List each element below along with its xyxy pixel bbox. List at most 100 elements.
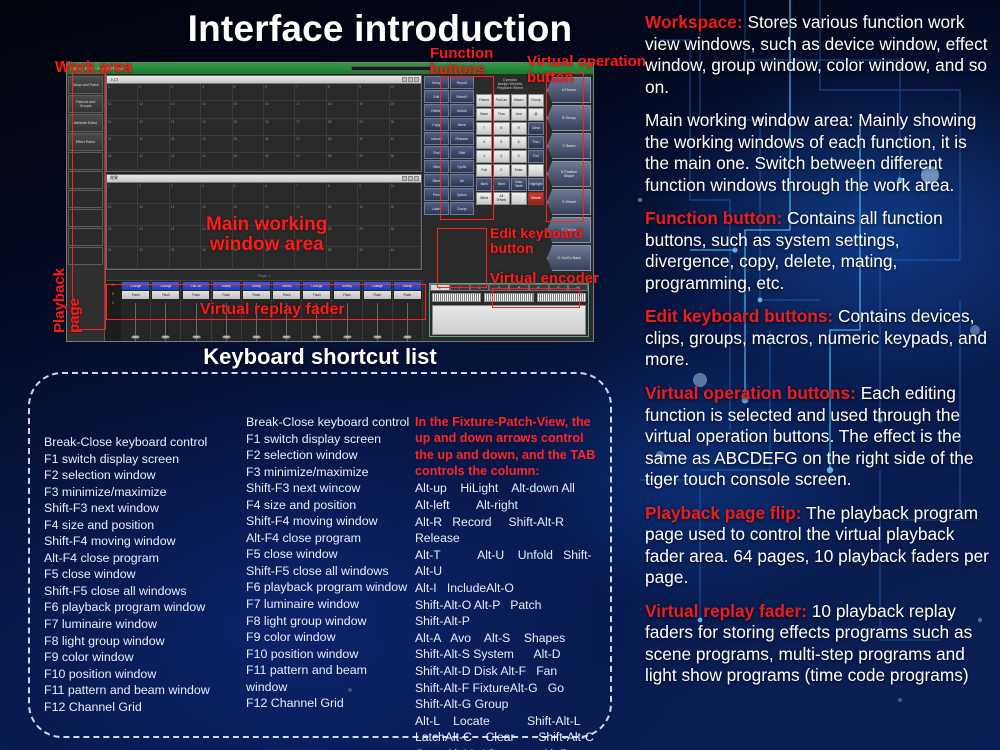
description-paragraph: Virtual operation buttons: Each editing …: [645, 383, 993, 491]
playback-page-indicator: Page 1: [105, 271, 423, 281]
fixture-pane-title: 入口: [110, 76, 118, 82]
keypad-button[interactable]: Clear: [527, 122, 544, 135]
fader-knob[interactable]: [251, 335, 261, 339]
shortcut-item: F10 position window: [44, 666, 157, 681]
fixture-pane[interactable]: 入口 1 2 3 4 5 6 7 8 9 10 11 12 13 14 15 16 17 18 19 20 21 22…: [106, 75, 422, 172]
description-block: Edit keyboard buttons: Contains devices,…: [645, 306, 993, 371]
shortcut-item: F10 position window: [246, 646, 359, 661]
annotation-playback-page: Playback page: [51, 268, 83, 334]
description-label: Playback page flip:: [645, 502, 802, 523]
shortcut-item: F8 light group window: [44, 633, 165, 648]
keypad-button[interactable]: And: [510, 108, 527, 121]
shortcut-item: F3 minimize/maximize: [246, 464, 369, 479]
keypad-button[interactable]: 0: [493, 164, 510, 177]
shortcut-columns: Break-Close keyboard control F1 switch d…: [30, 374, 610, 750]
shortcut-item: F5 close window: [246, 547, 338, 562]
fader-knob[interactable]: [131, 335, 141, 339]
keypad-button[interactable]: Group: [527, 94, 544, 107]
annotation-main-working-window-area: Main working window area: [206, 214, 328, 255]
description-label: Virtual replay fader:: [645, 600, 807, 621]
keypad-button[interactable]: 5: [493, 136, 510, 149]
fader-knob[interactable]: [191, 335, 201, 339]
description-block: Virtual replay fader: 10 playback replay…: [645, 601, 993, 687]
keypad-button[interactable]: .: [527, 164, 544, 177]
description-paragraph: Workspace: Stores various function work …: [645, 12, 993, 98]
description-label: Edit keyboard buttons:: [645, 306, 834, 327]
shortcut-item: Alt-F4 close program: [44, 550, 159, 565]
annotation-work-area: Work area: [55, 59, 133, 76]
keypad-button[interactable]: 9: [510, 122, 527, 135]
shortcut-item: F4 size and position: [246, 497, 357, 512]
keypad-button[interactable]: All Wheel: [493, 192, 510, 205]
keypad-button[interactable]: Enter: [510, 164, 527, 177]
keypad-button[interactable]: [510, 192, 527, 205]
shortcut-item: F6 playback program window: [246, 580, 408, 595]
fader-knob[interactable]: [402, 335, 412, 339]
description-paragraph: Virtual replay fader: 10 playback replay…: [645, 601, 993, 687]
fader-knob[interactable]: [312, 335, 322, 339]
shortcut-item: Alt-A Avo Alt-S Shapes Shift-Alt-S Syste…: [415, 630, 581, 712]
keypad-button[interactable]: Next: [493, 178, 510, 191]
shortcut-item: F12 Channel Grid: [246, 696, 344, 711]
description-block: Virtual operation buttons: Each editing …: [645, 383, 993, 491]
fader-knob[interactable]: [372, 335, 382, 339]
shortcut-item: F9 color window: [44, 650, 134, 665]
pane-window-controls[interactable]: [402, 175, 421, 181]
keypad-button[interactable]: ParCan: [493, 94, 510, 107]
shortcut-column-2: Break-Close keyboard control F1 switch d…: [246, 402, 411, 726]
keypad-button[interactable]: 2: [493, 150, 510, 163]
shortcut-item: Shift-F4 moving window: [246, 514, 378, 529]
description-text: Main working window area: Mainly showing…: [645, 110, 977, 195]
fixture-patch-view-heading: In the Fixture-Patch-View, the up and do…: [415, 415, 596, 479]
shortcut-item: Shift-F4 moving window: [44, 534, 176, 549]
annotation-function-buttons: Function buttons: [430, 45, 494, 78]
encoder-readout: [432, 305, 586, 335]
fader-knob[interactable]: [282, 335, 292, 339]
fader-knob[interactable]: [221, 335, 231, 339]
group-pane-header: 效果: [107, 174, 421, 183]
shortcut-item: Break-Close keyboard control: [44, 435, 208, 449]
shortcut-item: F5 close window: [44, 567, 136, 582]
fader-knob[interactable]: [342, 335, 352, 339]
encoder-wheel[interactable]: [432, 293, 482, 302]
annotation-virtual-replay-fader: Virtual replay fader: [200, 301, 345, 318]
keypad-button[interactable]: 3: [510, 150, 527, 163]
keypad-button[interactable]: @: [527, 108, 544, 121]
description-label: Function button:: [645, 208, 783, 229]
shortcut-item: F2 selection window: [44, 468, 156, 483]
group-pane-title: 效果: [110, 175, 118, 180]
shortcut-item: F12 Channel Grid: [44, 699, 142, 714]
fixture-grid[interactable]: 1 2 3 4 5 6 7 8 9 10 11 12 13 14 15 16 17 18 19 20 21 22 23 2…: [107, 84, 421, 171]
description-block: Function button: Contains all function b…: [645, 208, 993, 294]
shortcut-item: F1 switch display screen: [246, 431, 381, 446]
keypad-button[interactable]: Goto Table: [510, 178, 527, 191]
description-paragraph: Function button: Contains all function b…: [645, 208, 993, 294]
pane-window-controls[interactable]: [402, 77, 421, 82]
keypad-button[interactable]: Macro: [510, 94, 527, 107]
keypad-button[interactable]: Highlight: [527, 178, 544, 191]
shortcut-item: F7 luminaire window: [246, 597, 359, 612]
page-title: Interface introduction: [187, 8, 573, 49]
console-titlebar: Lumos One - Arthur Theatre: [67, 63, 593, 74]
shortcut-item: F8 light group window: [246, 613, 367, 628]
keypad-button[interactable]: Thru: [527, 136, 544, 149]
keypad-button[interactable]: Delete: [527, 192, 544, 205]
shortcut-item: Shift-F3 next wincow: [246, 481, 361, 496]
virtual-operation-highlight-box: [546, 72, 584, 222]
description-label: Virtual operation buttons:: [645, 382, 856, 403]
fader-knob[interactable]: [161, 335, 171, 339]
keypad-button[interactable]: Thru: [493, 108, 510, 121]
keypad-button[interactable]: Full: [527, 150, 544, 163]
shortcut-item: F6 playback program window: [44, 600, 206, 615]
edit-keyboard-highlight-box: [437, 228, 487, 288]
annotation-virtual-operation-buttons: Virtual operation button: [527, 53, 646, 86]
fixture-patch-view-body: Alt-up HiLight Alt-down All Alt-left Alt…: [415, 480, 596, 750]
keypad-button[interactable]: 6: [510, 136, 527, 149]
keypad-button[interactable]: 8: [493, 122, 510, 135]
description-panel: Workspace: Stores various function work …: [645, 12, 993, 699]
description-label: Workspace:: [645, 12, 743, 32]
shortcut-item: Alt-L Locate Shift-Alt-L LatchAlt-C Clea…: [415, 713, 594, 750]
shortcut-item: F9 color window: [246, 630, 336, 645]
shortcut-item: F2 selection window: [246, 448, 358, 463]
virtual-encoder-highlight-box: [492, 288, 580, 308]
